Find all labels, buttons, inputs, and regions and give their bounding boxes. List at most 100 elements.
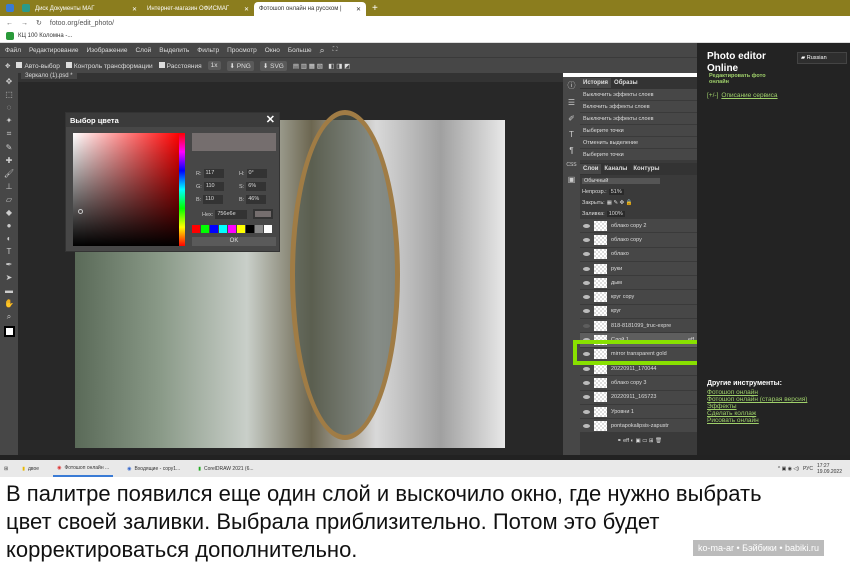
layer-name[interactable]: 818-8181099_truc-expre: [611, 323, 671, 329]
layer-row[interactable]: облако copy: [580, 233, 697, 248]
new-tab-button[interactable]: +: [372, 3, 378, 14]
layer-name[interactable]: облако: [611, 251, 629, 257]
eye-icon[interactable]: [583, 409, 590, 414]
adjustments-icon[interactable]: ☰: [568, 98, 575, 107]
tool-link[interactable]: Рисовать онлайн: [707, 417, 807, 424]
eye-icon[interactable]: [583, 366, 590, 371]
info-icon[interactable]: ⓘ: [568, 80, 576, 91]
forward-icon[interactable]: →: [21, 20, 28, 27]
saturation-field[interactable]: S: 6%: [239, 182, 267, 191]
tab-channels[interactable]: Каналы: [601, 164, 630, 174]
brush-tool-icon[interactable]: 🖌: [4, 169, 14, 178]
color-swatch[interactable]: [219, 225, 227, 233]
history-item[interactable]: Отменить выделение: [580, 137, 697, 149]
url-input[interactable]: fotoo.org/edit_photo/: [50, 20, 114, 27]
menu-edit[interactable]: Редактирование: [29, 47, 79, 54]
toggle-description[interactable]: [+/-]: [707, 92, 718, 99]
eye-icon[interactable]: [583, 423, 590, 428]
browser-tab[interactable]: Интернет-магазин ОФИСМАГ ✕: [142, 2, 254, 16]
back-icon[interactable]: ←: [6, 20, 13, 27]
menu-window[interactable]: Окно: [265, 47, 280, 54]
green-field[interactable]: G: 110: [196, 182, 224, 191]
layer-name[interactable]: облако copy: [611, 237, 642, 243]
layer-name[interactable]: круг: [611, 308, 621, 314]
eye-icon[interactable]: [583, 252, 590, 257]
browser-tab[interactable]: Диск Документы МАГ ✕: [30, 2, 142, 16]
menu-layer[interactable]: Слой: [135, 47, 151, 54]
search-icon[interactable]: ⌕: [320, 45, 325, 56]
color-swatch[interactable]: [237, 225, 245, 233]
eye-icon[interactable]: [583, 266, 590, 271]
layer-name[interactable]: Уровни 1: [611, 409, 634, 415]
color-swatch[interactable]: [264, 225, 272, 233]
fill-tool-icon[interactable]: ◆: [6, 208, 12, 217]
windows-start-icon[interactable]: ⊞: [4, 466, 8, 472]
brush-icon[interactable]: ✐: [568, 114, 575, 123]
taskbar-item[interactable]: ▮ CorelDRAW 2021 (6...: [194, 460, 257, 477]
pen-tool-icon[interactable]: ✒: [6, 260, 13, 269]
type-tool-icon[interactable]: T: [7, 247, 12, 256]
layer-name[interactable]: руки: [611, 266, 622, 272]
blue-field[interactable]: B: 110: [196, 195, 224, 204]
saturation-value-field[interactable]: [73, 133, 180, 246]
layer-name[interactable]: круг copy: [611, 294, 634, 300]
hue-slider[interactable]: [179, 133, 185, 246]
wand-tool-icon[interactable]: ✦: [6, 116, 13, 125]
heal-tool-icon[interactable]: ✚: [6, 156, 13, 165]
layer-row[interactable]: круг copy: [580, 290, 697, 305]
move-tool-icon[interactable]: ✥: [6, 77, 13, 86]
eye-icon[interactable]: [583, 323, 590, 328]
blend-mode-select[interactable]: Обычный: [582, 177, 660, 184]
layer-name[interactable]: дым: [611, 280, 622, 286]
menu-image[interactable]: Изображение: [87, 47, 128, 54]
color-swatch[interactable]: [201, 225, 209, 233]
layer-name[interactable]: облако copy 3: [611, 380, 647, 386]
character-icon[interactable]: T: [569, 130, 574, 139]
auto-select-checkbox[interactable]: Авто-выбор: [16, 61, 60, 70]
eye-icon[interactable]: [583, 309, 590, 314]
lasso-tool-icon[interactable]: ◌: [7, 103, 12, 112]
close-icon[interactable]: ✕: [266, 113, 275, 126]
tool-link[interactable]: Фотошоп онлайн (старая версия): [707, 396, 807, 403]
layer-row[interactable]: облако copy 2: [580, 219, 697, 234]
close-icon[interactable]: ✕: [356, 6, 361, 13]
tool-link[interactable]: Сделать коллаж: [707, 410, 807, 417]
picker-cursor[interactable]: [78, 209, 83, 214]
tool-link[interactable]: Фотошоп онлайн: [707, 389, 807, 396]
layer-row[interactable]: облако copy 3: [580, 376, 697, 391]
select-tool-icon[interactable]: ➤: [6, 273, 13, 282]
menu-file[interactable]: Файл: [5, 47, 21, 54]
zoom-select[interactable]: 1x: [207, 61, 221, 70]
taskbar-item[interactable]: ◉ Входящие - copy1...: [123, 460, 184, 477]
transform-checkbox[interactable]: Контроль трансформации: [65, 61, 153, 70]
tool-link[interactable]: Эффекты: [707, 403, 807, 410]
eye-icon[interactable]: [583, 295, 590, 300]
export-svg-button[interactable]: ⬇ SVG: [259, 60, 287, 71]
tray-icons[interactable]: ^ ▣ ◉ ◁): [778, 466, 799, 472]
stamp-tool-icon[interactable]: ⊥: [6, 182, 13, 191]
tab-layers[interactable]: Слои: [580, 164, 602, 174]
layer-row[interactable]: круг: [580, 304, 697, 320]
hand-tool-icon[interactable]: ✋: [4, 299, 14, 308]
menu-view[interactable]: Просмотр: [227, 47, 257, 54]
paragraph-icon[interactable]: ¶: [569, 146, 573, 155]
layer-row[interactable]: pontapokalipsis-zapustr: [580, 419, 697, 434]
tab-paths[interactable]: Контуры: [630, 164, 662, 174]
eraser-tool-icon[interactable]: ▱: [6, 195, 12, 204]
eye-icon[interactable]: [583, 237, 590, 242]
history-item[interactable]: Выберите точки: [580, 149, 697, 161]
hex-field[interactable]: Hex: 756e6e: [200, 210, 248, 219]
layer-name[interactable]: 20220911_170044: [611, 366, 656, 372]
fill-input[interactable]: 100%: [606, 210, 625, 217]
color-swatches[interactable]: [3, 326, 15, 337]
hue-field[interactable]: H: 0°: [239, 169, 267, 178]
lock-icons[interactable]: ▦ ✎ ✥ 🔒: [607, 200, 633, 206]
layer-row[interactable]: руки: [580, 261, 697, 277]
ok-button[interactable]: OK: [192, 237, 276, 246]
layer-row[interactable]: дым: [580, 276, 697, 291]
eyedropper-tool-icon[interactable]: ✎: [6, 143, 13, 152]
layer-row[interactable]: облако: [580, 247, 697, 262]
browser-tab-active[interactable]: Фотошоп онлайн на русском | ✕: [254, 2, 366, 16]
app-icon[interactable]: [6, 4, 14, 12]
menu-filter[interactable]: Фильтр: [197, 47, 219, 54]
